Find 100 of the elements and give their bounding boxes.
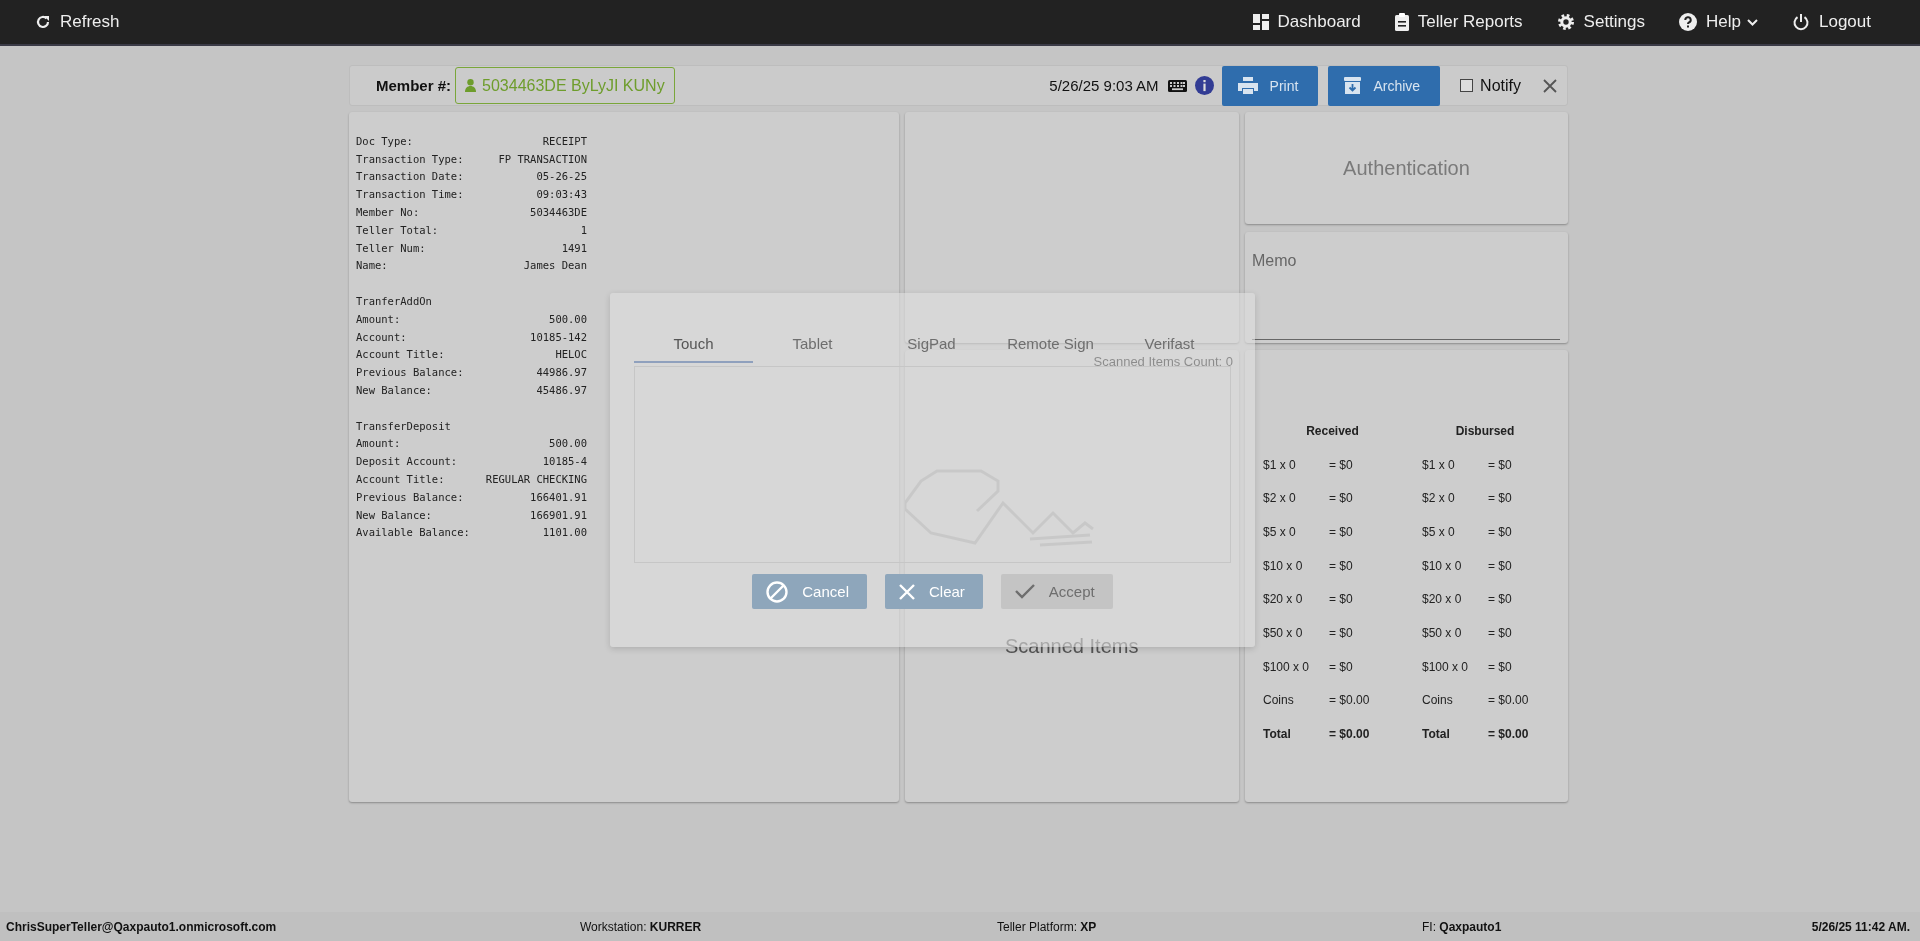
nav-item[interactable]: Dashboard (1252, 12, 1361, 32)
receipt-value: 1 (580, 223, 587, 236)
denomination-label: $100 x 0 (1422, 659, 1470, 674)
receipt-value: RECEIPT (542, 134, 587, 147)
receipt-label: Transaction Time: (356, 188, 464, 201)
receipt-label: Transaction Type: (356, 152, 464, 165)
clear-button[interactable]: Clear (885, 574, 983, 609)
amount-value: = $0.00 (1488, 727, 1530, 742)
amount-value: = $0 (1488, 558, 1513, 573)
clear-icon (899, 583, 915, 600)
authentication-title: Authentication (1343, 156, 1470, 180)
amount-value: = $0 (1329, 625, 1354, 640)
amount-value: = $0.00 (1329, 693, 1371, 708)
receipt-label: Previous Balance: (356, 366, 464, 379)
amount-value: = $0 (1488, 524, 1513, 539)
cancel-button[interactable]: Cancel (752, 574, 867, 609)
nav-item[interactable]: Settings (1556, 12, 1646, 32)
receipt-value: 10185-4 (542, 455, 587, 468)
power-icon (1792, 13, 1810, 31)
gear-icon (1556, 13, 1575, 31)
receipt-label: Deposit Account: (356, 455, 458, 468)
help-icon (1679, 13, 1698, 31)
amount-value: = $0 (1329, 457, 1354, 472)
memo-label: Memo (1252, 252, 1298, 270)
signature-tab[interactable]: SigPad (872, 325, 991, 363)
close-button[interactable] (1543, 78, 1557, 93)
total-label: Total (1263, 727, 1292, 742)
scanned-count: Scanned Items Count: 0 (1093, 354, 1233, 369)
amount-value: = $0 (1329, 524, 1354, 539)
receipt-label: Doc Type: (356, 134, 413, 147)
denomination-label: $100 x 0 (1263, 659, 1311, 674)
denomination-label: $5 x 0 (1422, 524, 1456, 539)
amount-value: = $0 (1488, 457, 1513, 472)
status-item: Workstation: KURRER (580, 919, 703, 934)
receipt-value: 45486.97 (536, 384, 587, 397)
keyboard-icon (1167, 79, 1187, 92)
denomination-label: $5 x 0 (1263, 524, 1297, 539)
total-label: Total (1422, 727, 1451, 742)
receipt-value: 09:03:43 (536, 188, 587, 201)
person-icon (465, 79, 477, 92)
refresh-icon (35, 14, 51, 30)
receipt-label: Transaction Date: (356, 170, 464, 183)
signature-tab[interactable]: Touch (634, 325, 753, 363)
dashboard-icon (1252, 14, 1269, 30)
receipt-label: Account Title: (356, 473, 445, 486)
receipt-value: 44986.97 (536, 366, 587, 379)
section-heading: TranferAddOn (356, 295, 432, 308)
receipt-label: Account: (356, 330, 407, 343)
amount-value: = $0 (1329, 558, 1354, 573)
denomination-label: $10 x 0 (1263, 558, 1304, 573)
amount-value: = $0 (1488, 491, 1513, 506)
denomination-label: $50 x 0 (1263, 625, 1304, 640)
archive-icon (1344, 77, 1362, 94)
date-time: 5/26/25 9:03 AM (1049, 77, 1159, 94)
cancel-icon (766, 580, 789, 603)
receipt-value: James Dean (523, 259, 587, 272)
archive-button[interactable]: Archive (1328, 65, 1441, 106)
denomination-label: Coins (1263, 693, 1295, 708)
denomination-label: $20 x 0 (1263, 592, 1304, 607)
receipt-label: Member No: (356, 206, 420, 219)
nav-item[interactable]: Logout (1792, 12, 1871, 32)
scanned-items-title: Scanned Items (1005, 635, 1139, 658)
nav-item[interactable]: Refresh (35, 12, 120, 32)
receipt-label: New Balance: (356, 508, 432, 521)
receipt-label: New Balance: (356, 384, 432, 397)
receipt-label: Amount: (356, 312, 401, 325)
receipt-value: 1101.00 (542, 526, 587, 539)
amount-value: = $0 (1488, 625, 1513, 640)
receipt-value: 166401.91 (530, 490, 587, 503)
denomination-label: $2 x 0 (1263, 491, 1297, 506)
printer-icon (1237, 77, 1258, 94)
receipt-value: 1491 (561, 241, 587, 254)
receipt-value: REGULAR CHECKING (485, 473, 587, 486)
help-menu[interactable]: Help (1679, 12, 1758, 32)
receipt-label: Amount: (356, 437, 401, 450)
denomination-label: $1 x 0 (1263, 457, 1297, 472)
receipt-label: Teller Total: (356, 223, 439, 236)
signature-tab[interactable]: Tablet (753, 325, 872, 363)
denomination-label: Coins (1422, 693, 1454, 708)
receipt-value: 5034463DE (530, 206, 587, 219)
check-icon (1014, 584, 1035, 599)
denomination-label: $20 x 0 (1422, 592, 1463, 607)
notify-checkbox[interactable]: Notify (1460, 76, 1521, 95)
amount-value: = $0 (1488, 592, 1513, 607)
info-icon (1194, 76, 1214, 95)
amount-value: = $0 (1329, 659, 1354, 674)
denomination-label: $2 x 0 (1422, 491, 1456, 506)
print-button[interactable]: Print (1221, 65, 1319, 106)
receipt-value: 166901.91 (530, 508, 587, 521)
receipt-value: 10185-142 (530, 330, 587, 343)
user-email: ChrisSuperTeller@Qaxpauto1.onmicrosoft.com (6, 919, 278, 934)
receipt-value: HELOC (555, 348, 587, 361)
receipt-value: 05-26-25 (536, 170, 587, 183)
column-header: Received (1306, 423, 1359, 438)
receipt-value: FP TRANSACTION (498, 152, 587, 165)
nav-item[interactable]: Teller Reports (1394, 12, 1523, 32)
amount-value: = $0 (1329, 592, 1354, 607)
receipt-value: 500.00 (549, 312, 587, 325)
denomination-label: $1 x 0 (1422, 457, 1456, 472)
status-item: Teller Platform: XP (997, 919, 1098, 934)
